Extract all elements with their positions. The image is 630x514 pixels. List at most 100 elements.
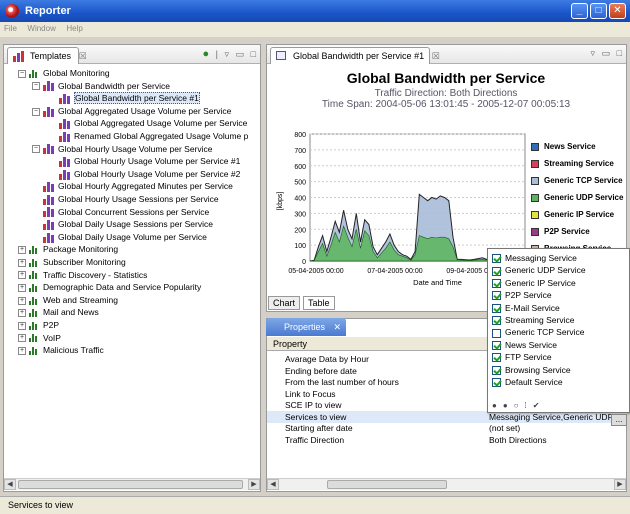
popup-tool-icon[interactable]: ○ — [514, 401, 519, 410]
view-menu-icon[interactable]: ▿ — [590, 48, 595, 58]
service-checkbox[interactable] — [492, 378, 501, 388]
tree-item[interactable]: Global Hourly Usage Volume per Service #… — [48, 155, 240, 167]
service-option[interactable]: Streaming Service — [492, 314, 574, 326]
maximize-view-icon[interactable]: □ — [617, 48, 622, 58]
service-option[interactable]: News Service — [492, 339, 557, 351]
tab-report[interactable]: Global Bandwidth per Service #1 ☒ — [270, 47, 440, 64]
menu-file[interactable]: File — [0, 22, 21, 35]
y-tick-label: 500 — [294, 180, 306, 187]
tree-item-label: Mail and News — [43, 307, 99, 318]
run-icon[interactable]: ● — [202, 48, 209, 60]
subtab-chart[interactable]: Chart — [268, 296, 301, 310]
expand-icon[interactable]: + — [18, 296, 26, 305]
scroll-thumb[interactable] — [18, 480, 243, 489]
close-tab-icon[interactable]: ✕ — [334, 322, 342, 332]
tree-item[interactable]: − Global Aggregated Usage Volume per Serv… — [32, 105, 231, 117]
scroll-left-icon[interactable]: ◀ — [4, 479, 16, 490]
service-checkbox[interactable] — [492, 353, 501, 363]
service-checkbox[interactable] — [492, 365, 501, 375]
maximize-button[interactable]: □ — [590, 3, 607, 19]
tree-item[interactable]: + Traffic Discovery - Statistics — [18, 269, 147, 281]
service-option[interactable]: FTP Service — [492, 351, 552, 363]
minimize-view-icon[interactable]: ▭ — [602, 48, 611, 58]
tree-item[interactable]: Global Hourly Usage Sessions per Service — [32, 193, 219, 205]
tree-item-label: Global Concurrent Sessions per Service — [58, 206, 210, 217]
expand-icon[interactable]: + — [18, 258, 26, 267]
service-checkbox[interactable] — [492, 254, 501, 264]
service-checkbox[interactable] — [492, 303, 501, 313]
service-option[interactable]: Browsing Service — [492, 364, 571, 376]
scroll-left-icon[interactable]: ◀ — [267, 479, 279, 490]
service-option[interactable]: Generic TCP Service — [492, 326, 585, 338]
expand-icon[interactable]: + — [18, 246, 26, 255]
property-row[interactable]: Starting after date (not set) — [267, 422, 627, 434]
expand-icon[interactable]: + — [18, 271, 26, 280]
tree-item[interactable]: + VoIP — [18, 332, 61, 344]
maximize-view-icon[interactable]: □ — [251, 49, 256, 59]
service-option[interactable]: Generic IP Service — [492, 277, 576, 289]
popup-tool-icon[interactable]: ⁞ — [525, 401, 527, 410]
property-row[interactable]: Traffic Direction Both Directions — [267, 434, 627, 446]
minimize-button[interactable]: _ — [571, 3, 588, 19]
tree-item[interactable]: Global Bandwidth per Service #1 — [48, 92, 200, 105]
service-checkbox[interactable] — [492, 316, 501, 326]
view-menu-icon[interactable]: ▿ — [224, 49, 229, 59]
service-option[interactable]: Messaging Service — [492, 252, 577, 264]
popup-tool-icon[interactable]: ✔ — [533, 401, 540, 410]
service-option[interactable]: P2P Service — [492, 289, 552, 301]
tree-item[interactable]: + Mail and News — [18, 306, 99, 318]
menu-window[interactable]: Window — [23, 22, 59, 35]
tree-item[interactable]: + P2P — [18, 319, 59, 331]
expand-icon[interactable]: + — [18, 321, 26, 330]
tree-item[interactable]: + Subscriber Monitoring — [18, 256, 126, 268]
tree-item[interactable]: Global Daily Usage Sessions per Service — [32, 218, 213, 230]
tree-item[interactable]: + Package Monitoring — [18, 243, 118, 255]
scroll-right-icon[interactable]: ▶ — [248, 479, 260, 490]
tree-item[interactable]: Global Hourly Usage Volume per Service #… — [48, 168, 240, 180]
service-checkbox[interactable] — [492, 279, 501, 289]
property-key: SCE IP to view — [285, 400, 342, 410]
service-checkbox[interactable] — [492, 291, 501, 301]
minimize-view-icon[interactable]: ▭ — [236, 49, 245, 59]
service-checkbox[interactable] — [492, 341, 501, 351]
menu-help[interactable]: Help — [62, 22, 86, 35]
tree-item[interactable]: Global Daily Usage Volume per Service — [32, 231, 207, 243]
popup-tool-icon[interactable]: ● — [492, 401, 497, 410]
close-tab-icon[interactable]: ☒ — [79, 51, 87, 61]
tab-templates[interactable]: Templates ☒ — [7, 47, 87, 64]
service-checkbox[interactable] — [492, 328, 501, 338]
scroll-right-icon[interactable]: ▶ — [614, 479, 626, 490]
tree-item[interactable]: + Web and Streaming — [18, 294, 118, 306]
tree-item[interactable]: Renamed Global Aggregated Usage Volume p — [48, 130, 248, 142]
popup-tool-icon[interactable]: ● — [503, 401, 508, 410]
templates-hscrollbar[interactable]: ◀ ▶ — [4, 478, 260, 490]
scroll-thumb[interactable] — [327, 480, 447, 489]
expand-icon[interactable]: + — [18, 309, 26, 318]
service-option[interactable]: E-Mail Service — [492, 302, 560, 314]
templates-panel: Templates ☒ ● | ▿ ▭ □ − Global Monitoring… — [3, 44, 261, 492]
service-checkbox[interactable] — [492, 266, 501, 276]
expand-icon[interactable]: + — [18, 283, 26, 292]
close-button[interactable]: ✕ — [609, 3, 626, 19]
collapse-icon[interactable]: − — [32, 145, 40, 154]
tree-item[interactable]: − Global Monitoring — [18, 67, 110, 79]
service-option[interactable]: Generic UDP Service — [492, 264, 586, 276]
ellipsis-button[interactable]: ... — [611, 414, 627, 426]
tab-properties[interactable]: Properties ✕ — [266, 318, 346, 336]
expand-icon[interactable]: + — [18, 346, 26, 355]
tree-item[interactable]: − Global Hourly Usage Volume per Service — [32, 143, 213, 155]
service-option[interactable]: Default Service — [492, 376, 563, 388]
tree-item[interactable]: Global Aggregated Usage Volume per Servi… — [48, 117, 247, 130]
tree-item[interactable]: Global Concurrent Sessions per Service — [32, 206, 209, 218]
close-tab-icon[interactable]: ☒ — [432, 51, 440, 61]
tree-item[interactable]: Global Hourly Aggregated Minutes per Ser… — [32, 180, 233, 193]
properties-hscrollbar[interactable]: ◀ ▶ — [267, 478, 626, 490]
collapse-icon[interactable]: − — [18, 69, 26, 78]
collapse-icon[interactable]: − — [32, 107, 40, 116]
tree-item[interactable]: + Demographic Data and Service Popularity — [18, 281, 201, 293]
collapse-icon[interactable]: − — [32, 82, 40, 91]
expand-icon[interactable]: + — [18, 334, 26, 343]
tree-item[interactable]: − Global Bandwidth per Service — [32, 80, 170, 92]
tree-item[interactable]: + Malicious Traffic — [18, 344, 104, 356]
subtab-table[interactable]: Table — [303, 296, 335, 310]
